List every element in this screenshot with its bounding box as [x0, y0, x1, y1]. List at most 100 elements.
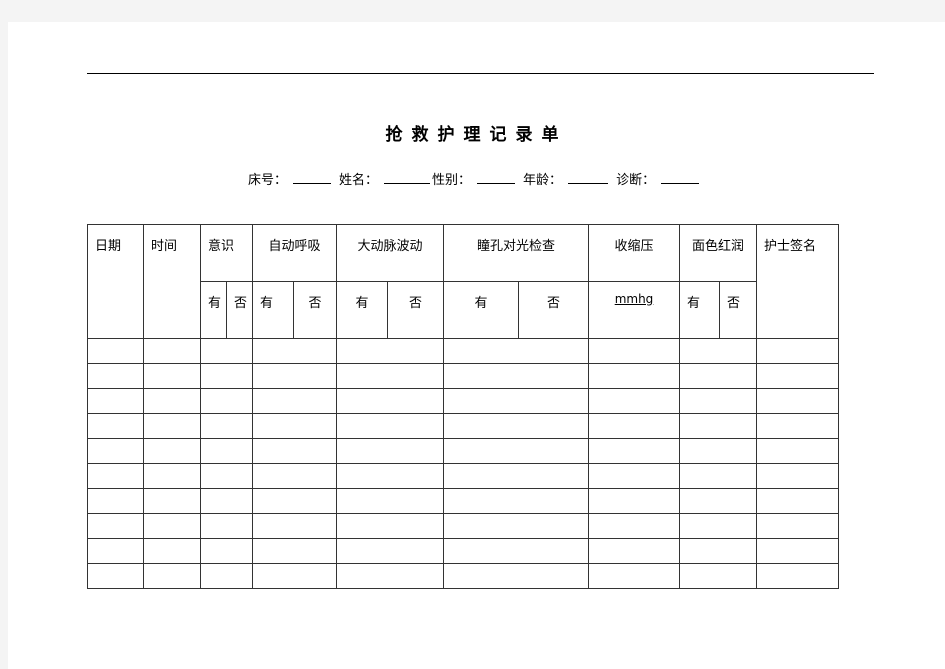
- pupil-cell[interactable]: [443, 413, 589, 439]
- breathing-cell[interactable]: [252, 488, 337, 514]
- breathing-cell[interactable]: [252, 363, 337, 389]
- face-flush-cell[interactable]: [679, 488, 757, 514]
- pulse-cell[interactable]: [336, 413, 444, 439]
- face-flush-cell[interactable]: [679, 463, 757, 489]
- table-header-row: 日期 时间 意识 自动呼吸 大动脉波动 瞳孔对光检查 收缩压 面色红润 护士签名: [87, 224, 839, 339]
- time-cell[interactable]: [143, 488, 201, 514]
- signature-cell[interactable]: [756, 463, 839, 489]
- time-cell[interactable]: [143, 463, 201, 489]
- signature-cell[interactable]: [756, 438, 839, 464]
- sex-field[interactable]: [477, 171, 516, 184]
- time-cell[interactable]: [143, 363, 201, 389]
- face-flush-cell[interactable]: [679, 413, 757, 439]
- date-cell[interactable]: [87, 413, 144, 439]
- systolic-cell[interactable]: [588, 388, 680, 414]
- face-flush-cell[interactable]: [679, 538, 757, 564]
- time-cell[interactable]: [143, 538, 201, 564]
- signature-cell[interactable]: [756, 513, 839, 539]
- pulse-cell[interactable]: [336, 338, 444, 364]
- face-flush-cell[interactable]: [679, 388, 757, 414]
- diagnosis-field[interactable]: [661, 171, 700, 184]
- systolic-cell[interactable]: [588, 538, 680, 564]
- pupil-cell[interactable]: [443, 563, 589, 589]
- date-cell[interactable]: [87, 363, 144, 389]
- date-cell[interactable]: [87, 463, 144, 489]
- pulse-cell[interactable]: [336, 388, 444, 414]
- time-cell[interactable]: [143, 413, 201, 439]
- breathing-cell[interactable]: [252, 438, 337, 464]
- date-cell[interactable]: [87, 338, 144, 364]
- breathing-cell[interactable]: [252, 338, 337, 364]
- date-cell[interactable]: [87, 438, 144, 464]
- time-cell[interactable]: [143, 563, 201, 589]
- face-flush-cell[interactable]: [679, 513, 757, 539]
- consciousness-cell[interactable]: [200, 538, 253, 564]
- pupil-cell[interactable]: [443, 463, 589, 489]
- pupil-cell[interactable]: [443, 363, 589, 389]
- systolic-cell[interactable]: [588, 363, 680, 389]
- breathing-cell[interactable]: [252, 413, 337, 439]
- consciousness-cell[interactable]: [200, 488, 253, 514]
- systolic-cell[interactable]: [588, 513, 680, 539]
- face-flush-cell[interactable]: [679, 363, 757, 389]
- systolic-cell[interactable]: [588, 463, 680, 489]
- breathing-cell[interactable]: [252, 538, 337, 564]
- pupil-yes: 有: [443, 281, 519, 339]
- consciousness-cell[interactable]: [200, 388, 253, 414]
- age-label: 年龄：: [523, 173, 563, 188]
- time-cell[interactable]: [143, 338, 201, 364]
- face-flush-cell[interactable]: [679, 438, 757, 464]
- signature-cell[interactable]: [756, 338, 839, 364]
- time-cell[interactable]: [143, 513, 201, 539]
- consciousness-cell[interactable]: [200, 413, 253, 439]
- systolic-cell[interactable]: [588, 438, 680, 464]
- face-flush-cell[interactable]: [679, 563, 757, 589]
- header-nurse-signature: 护士签名: [756, 224, 839, 339]
- pulse-cell[interactable]: [336, 538, 444, 564]
- face-flush-cell[interactable]: [679, 338, 757, 364]
- bed-no-field[interactable]: [293, 171, 332, 184]
- time-cell[interactable]: [143, 438, 201, 464]
- pulse-cell[interactable]: [336, 488, 444, 514]
- signature-cell[interactable]: [756, 563, 839, 589]
- date-cell[interactable]: [87, 538, 144, 564]
- pulse-cell[interactable]: [336, 563, 444, 589]
- date-cell[interactable]: [87, 488, 144, 514]
- consciousness-cell[interactable]: [200, 513, 253, 539]
- pulse-cell[interactable]: [336, 513, 444, 539]
- date-cell[interactable]: [87, 563, 144, 589]
- consciousness-cell[interactable]: [200, 363, 253, 389]
- systolic-cell[interactable]: [588, 563, 680, 589]
- signature-cell[interactable]: [756, 413, 839, 439]
- consciousness-cell[interactable]: [200, 438, 253, 464]
- signature-cell[interactable]: [756, 538, 839, 564]
- pulse-cell[interactable]: [336, 463, 444, 489]
- pupil-cell[interactable]: [443, 488, 589, 514]
- consciousness-cell[interactable]: [200, 463, 253, 489]
- consciousness-cell[interactable]: [200, 563, 253, 589]
- pupil-cell[interactable]: [443, 538, 589, 564]
- breathing-cell[interactable]: [252, 388, 337, 414]
- signature-cell[interactable]: [756, 488, 839, 514]
- name-field[interactable]: [384, 171, 431, 184]
- breathing-cell[interactable]: [252, 513, 337, 539]
- pupil-cell[interactable]: [443, 388, 589, 414]
- breathing-cell[interactable]: [252, 463, 337, 489]
- pulse-cell[interactable]: [336, 363, 444, 389]
- date-cell[interactable]: [87, 388, 144, 414]
- signature-cell[interactable]: [756, 363, 839, 389]
- date-cell[interactable]: [87, 513, 144, 539]
- time-cell[interactable]: [143, 388, 201, 414]
- pupil-cell[interactable]: [443, 513, 589, 539]
- systolic-unit: mmhg: [588, 281, 680, 339]
- systolic-cell[interactable]: [588, 413, 680, 439]
- signature-cell[interactable]: [756, 388, 839, 414]
- systolic-cell[interactable]: [588, 488, 680, 514]
- consciousness-cell[interactable]: [200, 338, 253, 364]
- pulse-cell[interactable]: [336, 438, 444, 464]
- pupil-cell[interactable]: [443, 438, 589, 464]
- systolic-cell[interactable]: [588, 338, 680, 364]
- breathing-cell[interactable]: [252, 563, 337, 589]
- age-field[interactable]: [568, 171, 609, 184]
- pupil-cell[interactable]: [443, 338, 589, 364]
